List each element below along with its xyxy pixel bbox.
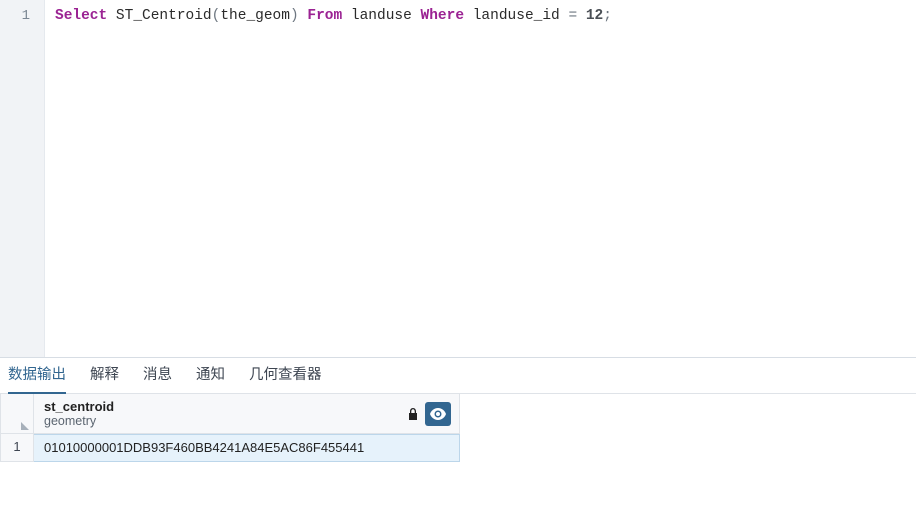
column-header-icons [407, 402, 451, 426]
column-header[interactable]: st_centroid geometry [34, 394, 460, 434]
equals-op: = [560, 8, 586, 24]
column-name-label: st_centroid [44, 399, 407, 414]
keyword-from: From [307, 8, 342, 24]
cell-value[interactable]: 01010000001DDB93F460BB4241A84E5AC86F4554… [34, 434, 460, 462]
sql-editor: 1 Select ST_Centroid(the_geom) From land… [0, 0, 916, 358]
function-name: ST_Centroid [116, 8, 212, 24]
semicolon: ; [603, 8, 612, 24]
results-panel: 数据输出 解释 消息 通知 几何查看器 st_centroid geometry [0, 358, 916, 515]
row-number[interactable]: 1 [0, 434, 34, 462]
lock-icon [407, 407, 419, 421]
column-name: landuse_id [473, 8, 560, 24]
column-info: st_centroid geometry [44, 399, 407, 429]
result-grid: st_centroid geometry 1 01010000001DDB93F… [0, 394, 916, 462]
tab-explain[interactable]: 解释 [90, 366, 119, 392]
result-tabs: 数据输出 解释 消息 通知 几何查看器 [0, 358, 916, 394]
keyword-where: Where [421, 8, 465, 24]
paren-close: ) [290, 8, 299, 24]
view-geometry-button[interactable] [425, 402, 451, 426]
table-name: landuse [351, 8, 412, 24]
column-type-label: geometry [44, 414, 407, 429]
arg-the-geom: the_geom [220, 8, 290, 24]
tab-notifications[interactable]: 通知 [196, 366, 225, 392]
app-root: 1 Select ST_Centroid(the_geom) From land… [0, 0, 916, 515]
keyword-select: Select [55, 8, 107, 24]
literal-12: 12 [586, 8, 603, 24]
line-gutter: 1 [0, 0, 45, 357]
tab-data-output[interactable]: 数据输出 [8, 366, 66, 394]
select-all-corner[interactable] [0, 394, 34, 434]
tab-geometry-viewer[interactable]: 几何查看器 [249, 366, 322, 392]
tab-messages[interactable]: 消息 [143, 366, 172, 392]
code-area[interactable]: Select ST_Centroid(the_geom) From landus… [45, 0, 916, 357]
line-number: 1 [0, 6, 44, 26]
